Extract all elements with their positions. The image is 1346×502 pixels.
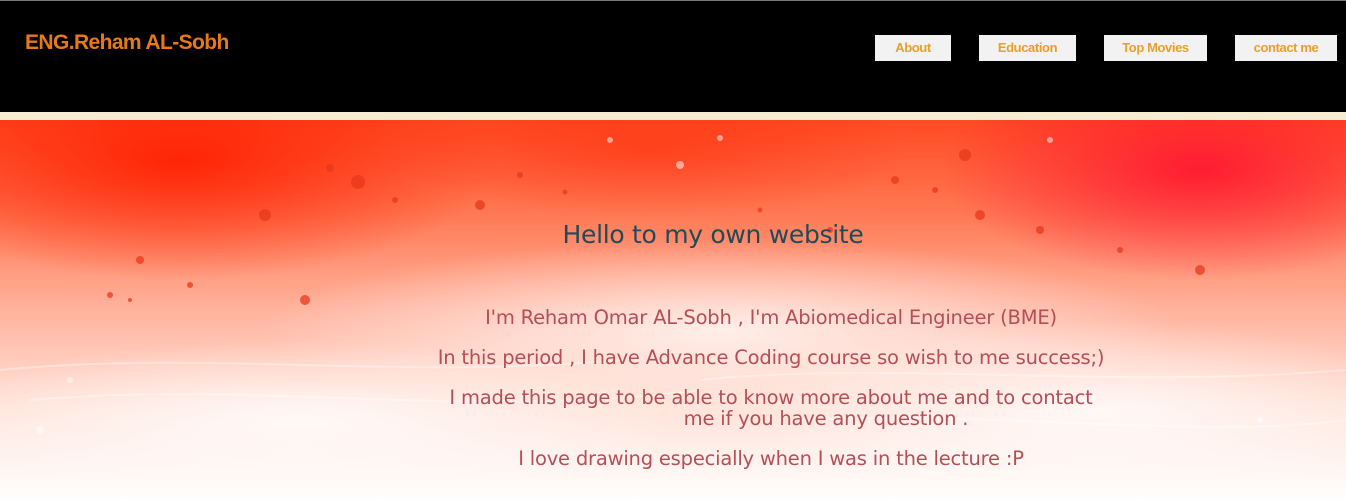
intro-line-drawing: I love drawing especially when I was in …	[518, 447, 1024, 470]
nav-education-button[interactable]: Education	[979, 35, 1076, 61]
intro-line-name: I'm Reham Omar AL-Sobh , I'm Abiomedical…	[485, 306, 1057, 329]
nav-contact-button[interactable]: contact me	[1235, 35, 1337, 61]
hero-section: Hello to my own website I'm Reham Omar A…	[0, 120, 1346, 502]
intro-line-course: In this period , I have Advance Coding c…	[437, 346, 1105, 369]
nav-top-movies-button[interactable]: Top Movies	[1104, 35, 1207, 61]
header-divider	[0, 112, 1346, 120]
site-header: ENG.Reham AL-Sobh About Education Top Mo…	[0, 0, 1346, 112]
intro-line-purpose-part1: I made this page to be able to know more…	[449, 386, 1093, 409]
intro-line-purpose-part2: me if you have any question .	[683, 407, 969, 430]
nav-about-button[interactable]: About	[875, 35, 951, 61]
intro-line-purpose: I made this page to be able to know more…	[0, 387, 1346, 429]
site-brand[interactable]: ENG.Reham AL-Sobh	[25, 31, 229, 55]
hero-title: Hello to my own website	[562, 220, 864, 249]
